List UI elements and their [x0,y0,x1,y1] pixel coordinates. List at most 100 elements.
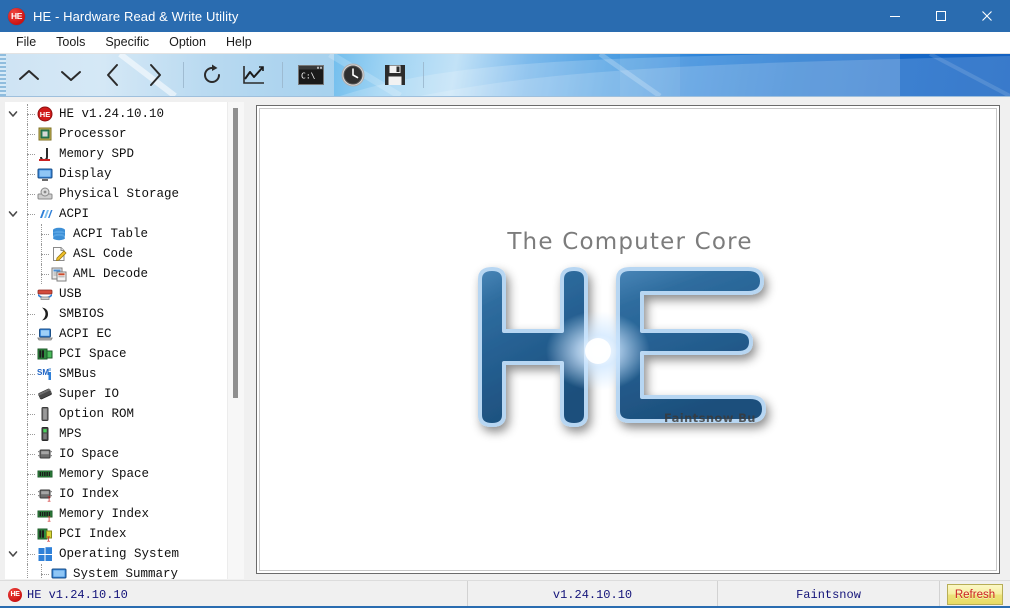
tree-guide [21,404,35,424]
smbios-icon [36,305,54,323]
tree-guide [21,324,35,344]
svg-text:HE: HE [40,110,50,119]
maximize-button[interactable] [918,0,964,32]
tree-item-memory-spd[interactable]: Memory SPD [5,144,228,164]
tree-item-label: HE v1.24.10.10 [59,107,165,121]
tree-guide [35,224,49,244]
tree-guide [21,564,35,579]
tree-item-label: Option ROM [59,407,135,421]
content-panel: The Computer Core Faintsnow Bu [248,101,1006,580]
tree-item-label: ACPI Table [73,227,149,241]
menu-item-specific[interactable]: Specific [95,32,159,53]
memory-spd-icon [36,145,54,163]
title-bar: HE HE - Hardware Read & Write Utility [0,0,1010,32]
tree-guide [35,564,49,579]
console-icon[interactable]: C:\ [294,58,328,92]
tree-item-operating-system[interactable]: Operating System [5,544,228,564]
tree-item-io-index[interactable]: I IO Index [5,484,228,504]
tree-expander[interactable] [5,544,21,564]
tree-scrollbar[interactable] [227,102,244,579]
mps-icon [36,425,54,443]
tree-item-label: Memory Space [59,467,150,481]
tree-item-acpi-ec[interactable]: ACPI EC [5,324,228,344]
menu-item-help[interactable]: Help [216,32,262,53]
chevron-left-icon[interactable] [96,58,130,92]
tree-item-smbus[interactable]: SM SMBus [5,364,228,384]
tree-item-asl-code[interactable]: ASL Code [5,244,228,264]
tree-expander[interactable] [5,204,21,224]
tree-guide [21,364,35,384]
tree-guide [21,244,35,264]
aml-decode-icon [50,265,68,283]
system-summary-icon [50,565,68,579]
status-app-label: HE v1.24.10.10 [27,587,128,602]
toolbar-buttons: C:\ [0,54,431,96]
application-window: HE HE - Hardware Read & Write Utility Fi… [0,0,1010,608]
svg-text:I: I [47,516,51,523]
tree-item-pci-space[interactable]: PCI Space [5,344,228,364]
tree-item-system-summary[interactable]: System Summary [5,564,228,579]
svg-text:C:\: C:\ [301,72,316,81]
pci-index-icon: I [36,525,54,543]
tree-item-label: Physical Storage [59,187,180,201]
tree-scrollbar-thumb[interactable] [233,108,238,398]
refresh-icon[interactable] [195,58,229,92]
tree-guide [21,164,35,184]
chevron-up-icon[interactable] [12,58,46,92]
tree-item-memory-index[interactable]: I Memory Index [5,504,228,524]
toolbar-separator [423,62,424,88]
menu-item-file[interactable]: File [6,32,46,53]
refresh-button[interactable]: Refresh [946,584,1004,605]
acpi-table-icon [50,225,68,243]
status-bar: HE HE v1.24.10.10 v1.24.10.10 Faintsnow … [0,580,1010,608]
memory-index-icon: I [36,505,54,523]
tree-item-smbios[interactable]: SMBIOS [5,304,228,324]
chevron-down-icon[interactable] [54,58,88,92]
he-wordmark-icon: Faintsnow Bu [458,251,798,451]
tree-item-label: SMBus [59,367,97,381]
tree-item-display[interactable]: Display [5,164,228,184]
window-controls [872,0,1010,32]
tree-item-aml-decode[interactable]: AML Decode [5,264,228,284]
tree-item-label: USB [59,287,82,301]
tree-item-label: Memory SPD [59,147,135,161]
clock-icon[interactable] [336,58,370,92]
tree-guide [21,544,35,564]
tree-item-acpi-table[interactable]: ACPI Table [5,224,228,244]
tree-guide [21,504,35,524]
tree-item-super-io[interactable]: Super IO [5,384,228,404]
tree-item-option-rom[interactable]: Option ROM [5,404,228,424]
menu-item-tools[interactable]: Tools [46,32,95,53]
tree-expander[interactable] [5,104,21,124]
acpi-icon [36,205,54,223]
tree-item-he-v1-24-10-10[interactable]: HE HE v1.24.10.10 [5,104,228,124]
tree-item-io-space[interactable]: IO Space [5,444,228,464]
tree-guide [21,224,35,244]
tree-item-memory-space[interactable]: Memory Space [5,464,228,484]
status-author-cell: Faintsnow [718,581,940,608]
save-icon[interactable] [378,58,412,92]
tree-item-processor[interactable]: Processor [5,124,228,144]
menu-item-option[interactable]: Option [159,32,216,53]
tree-item-pci-index[interactable]: I PCI Index [5,524,228,544]
close-button[interactable] [964,0,1010,32]
tree-item-physical-storage[interactable]: Physical Storage [5,184,228,204]
tree-item-label: MPS [59,427,82,441]
tree-item-label: PCI Index [59,527,127,541]
tree-guide [21,144,35,164]
toolbar: C:\ [0,54,1010,97]
tree-guide [21,384,35,404]
pci-space-icon [36,345,54,363]
tree-item-label: PCI Space [59,347,127,361]
minimize-button[interactable] [872,0,918,32]
tree-item-usb[interactable]: USB [5,284,228,304]
tree-item-label: SMBIOS [59,307,105,321]
status-app-cell: HE HE v1.24.10.10 [0,581,468,608]
tree-item-acpi[interactable]: ACPI [5,204,228,224]
tree-guide [21,184,35,204]
chevron-right-icon[interactable] [138,58,172,92]
tree-guide [21,124,35,144]
status-version-cell: v1.24.10.10 [468,581,718,608]
tree-item-mps[interactable]: MPS [5,424,228,444]
chart-icon[interactable] [237,58,271,92]
